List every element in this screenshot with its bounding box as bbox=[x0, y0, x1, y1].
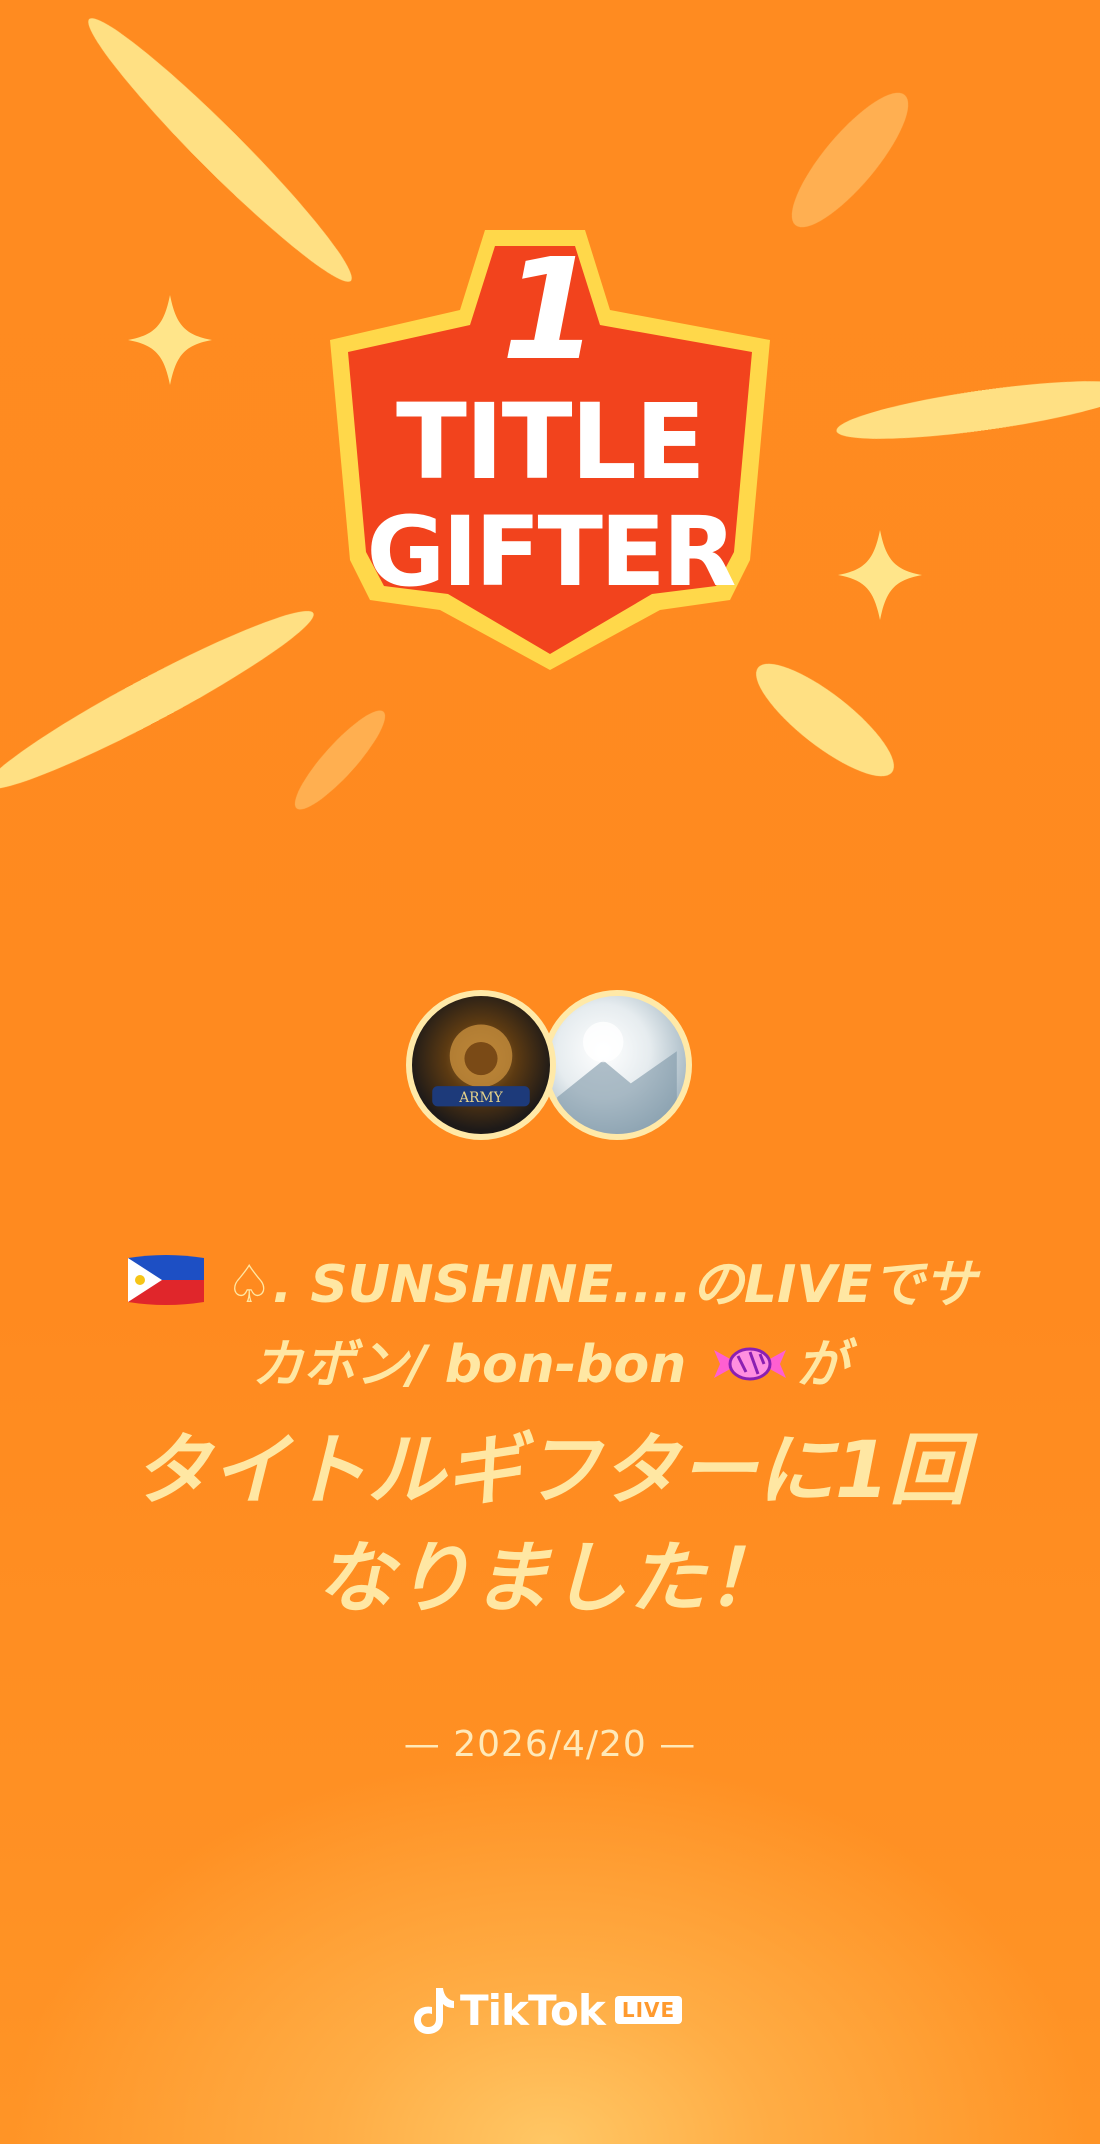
army-lion-avatar[interactable]: ARMY bbox=[406, 990, 556, 1140]
message-headline: タイトルギフターに1回 なりました！ bbox=[60, 1417, 1040, 1633]
title-gifter-badge: 1 TITLE GIFTER bbox=[330, 230, 770, 670]
badge-line-2: GIFTER bbox=[366, 496, 734, 608]
message-part-1: ♤. SUNSHINE....のLIVEでサ bbox=[225, 1255, 977, 1315]
candy-icon bbox=[714, 1347, 787, 1381]
sparkle-icon bbox=[128, 295, 212, 385]
badge-line-1: TITLE bbox=[396, 381, 704, 503]
headline-line-1: タイトルギフターに1回 bbox=[132, 1426, 968, 1516]
award-date: — 2026/4/20 — bbox=[403, 1724, 697, 1765]
gifter-avatars: ARMY bbox=[406, 990, 696, 1150]
message-part-2: カボン/ bon-bon bbox=[251, 1335, 687, 1395]
sparkle-icon bbox=[838, 530, 922, 620]
tiktok-live-logo: TikTok LIVE bbox=[410, 1980, 683, 2040]
gifter-message: ♤. SUNSHINE....のLIVEでサ カボン/ bon-bon が タイ… bbox=[60, 1245, 1040, 1633]
tiktok-note-icon bbox=[414, 1988, 454, 2034]
bonbon-avatar[interactable] bbox=[542, 990, 692, 1140]
badge-number: 1 bbox=[501, 230, 598, 392]
avatar-caption: ARMY bbox=[458, 1090, 503, 1106]
headline-line-2: なりました！ bbox=[315, 1534, 784, 1624]
philippines-flag-icon bbox=[127, 1255, 204, 1305]
message-part-3: が bbox=[796, 1335, 849, 1395]
tiktok-wordmark: TikTok bbox=[460, 1985, 606, 2035]
live-tag: LIVE bbox=[614, 1996, 683, 2024]
message-subtitle: ♤. SUNSHINE....のLIVEでサ カボン/ bon-bon が bbox=[60, 1245, 1040, 1405]
title-gifter-card: 1 TITLE GIFTER ARMY ♤. SUNSHINE....のLIVE… bbox=[0, 0, 1100, 2144]
